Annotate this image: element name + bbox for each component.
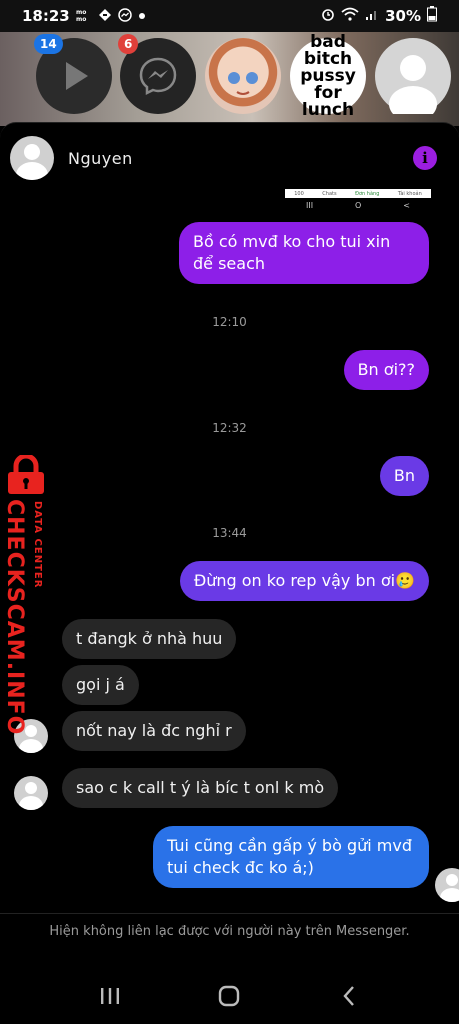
chat-heads-strip: 14 6 bad bitch pussy for lunch: [0, 28, 459, 126]
chat-head-messenger[interactable]: 6: [118, 34, 196, 114]
thumbnail-tab: Đơn hàng: [355, 190, 380, 197]
timestamp: 12:10: [212, 315, 247, 329]
status-bar-left: 18:23 mo mo: [22, 7, 146, 25]
message-text: t đangk ở nhà huu: [76, 629, 223, 648]
thumbnail-tabs: 100 Chats Đơn hàng Tài khoản: [285, 189, 431, 198]
messenger-logo-icon: [139, 57, 177, 96]
dot-icon: [138, 9, 146, 23]
incoming-message[interactable]: t đangk ở nhà huu: [62, 619, 237, 659]
navigation-bar: [0, 968, 459, 1024]
outgoing-message[interactable]: Đừng on ko rep vậy bn ơi🥲: [179, 561, 429, 601]
svg-text:mo: mo: [76, 16, 86, 22]
message-text: Bn: [393, 466, 415, 485]
thumbnail-tab: Chats: [322, 190, 337, 197]
contact-avatar[interactable]: [10, 136, 54, 180]
incoming-message[interactable]: gọi j á: [62, 665, 139, 705]
read-receipt-avatar: [435, 868, 459, 902]
unavailable-notice: Hiện không liên lạc được với người này t…: [0, 913, 459, 942]
message-text: Bồ có mvđ ko cho tui xin để seach: [193, 232, 391, 273]
outgoing-message[interactable]: Tui cũng cần gấp ý bò gửi mvđ tui check …: [153, 826, 429, 888]
data-saver-icon: [98, 8, 112, 25]
signal-icon: [365, 7, 379, 25]
shared-screenshot-thumbnail[interactable]: 100 Chats Đơn hàng Tài khoản III O <: [285, 189, 431, 217]
thumbnail-nav: III O <: [285, 201, 431, 210]
wifi-icon: [341, 7, 359, 25]
unread-badge: 14: [34, 34, 63, 54]
battery-icon: [427, 6, 437, 26]
watermark-site: CHECKSCAM.INFO: [2, 499, 27, 736]
timestamp: 12:32: [212, 421, 247, 435]
outgoing-message[interactable]: Bn: [379, 456, 429, 496]
watermark: CHECKSCAM.INFO DATA CENTER: [2, 455, 52, 735]
avatar-text: bad bitch pussy for lunch: [300, 33, 356, 119]
clock: 18:23: [22, 7, 70, 25]
momo-icon: mo mo: [76, 8, 92, 25]
message-text: nốt nay là đc nghỉ r: [76, 721, 232, 740]
status-bar-right: 30%: [321, 6, 437, 26]
message-text: sao c k call t ý là bíc t onl k mò: [76, 778, 325, 797]
recents-button[interactable]: [90, 976, 130, 1016]
message-text: Đừng on ko rep vậy bn ơi🥲: [193, 571, 415, 590]
home-button[interactable]: [209, 976, 249, 1016]
play-icon: [66, 62, 88, 90]
thumbnail-nav-item: III: [305, 201, 314, 210]
chat-header: Nguyen i: [0, 123, 459, 193]
chat-head-text-avatar[interactable]: bad bitch pussy for lunch: [290, 34, 366, 118]
outgoing-message[interactable]: Bn ơi??: [343, 350, 429, 390]
chat-head-anime-avatar[interactable]: [205, 38, 281, 114]
info-button[interactable]: i: [413, 146, 437, 170]
thumbnail-tab: Tài khoản: [397, 190, 422, 197]
messenger-icon: [118, 7, 132, 25]
status-bar: 18:23 mo mo 30%: [0, 0, 459, 32]
lock-icon: [8, 455, 44, 494]
battery-text: 30%: [385, 7, 421, 25]
incoming-message[interactable]: sao c k call t ý là bíc t onl k mò: [62, 768, 339, 808]
person-icon: [389, 55, 437, 114]
watermark-label: DATA CENTER: [32, 501, 43, 589]
contact-name[interactable]: Nguyen: [68, 149, 133, 168]
unread-badge: 6: [118, 34, 139, 54]
thumbnail-tab: 100: [294, 190, 304, 197]
message-text: Bn ơi??: [357, 360, 415, 379]
back-icon: [343, 986, 355, 1006]
alarm-icon: [321, 7, 335, 25]
back-button[interactable]: [329, 976, 369, 1016]
recents-icon: [100, 988, 119, 1004]
outgoing-message[interactable]: Bồ có mvđ ko cho tui xin để seach: [179, 222, 429, 284]
timestamp: 13:44: [212, 526, 247, 540]
sender-avatar[interactable]: [14, 776, 48, 810]
chat-head-video[interactable]: 14: [34, 34, 112, 114]
chat-panel: Nguyen i 100 Chats Đơn hàng Tài khoản II…: [0, 122, 459, 968]
info-icon: i: [422, 149, 428, 167]
thumbnail-nav-item: O: [355, 201, 362, 210]
message-text: Tui cũng cần gấp ý bò gửi mvđ tui check …: [167, 836, 412, 877]
chat-head-default-avatar[interactable]: [375, 38, 451, 114]
message-text: gọi j á: [76, 675, 125, 694]
svg-text:mo: mo: [76, 9, 86, 16]
home-icon: [219, 985, 240, 1007]
anime-face-icon: [228, 72, 258, 95]
thumbnail-nav-item: <: [403, 201, 410, 210]
incoming-message[interactable]: nốt nay là đc nghỉ r: [62, 711, 246, 751]
